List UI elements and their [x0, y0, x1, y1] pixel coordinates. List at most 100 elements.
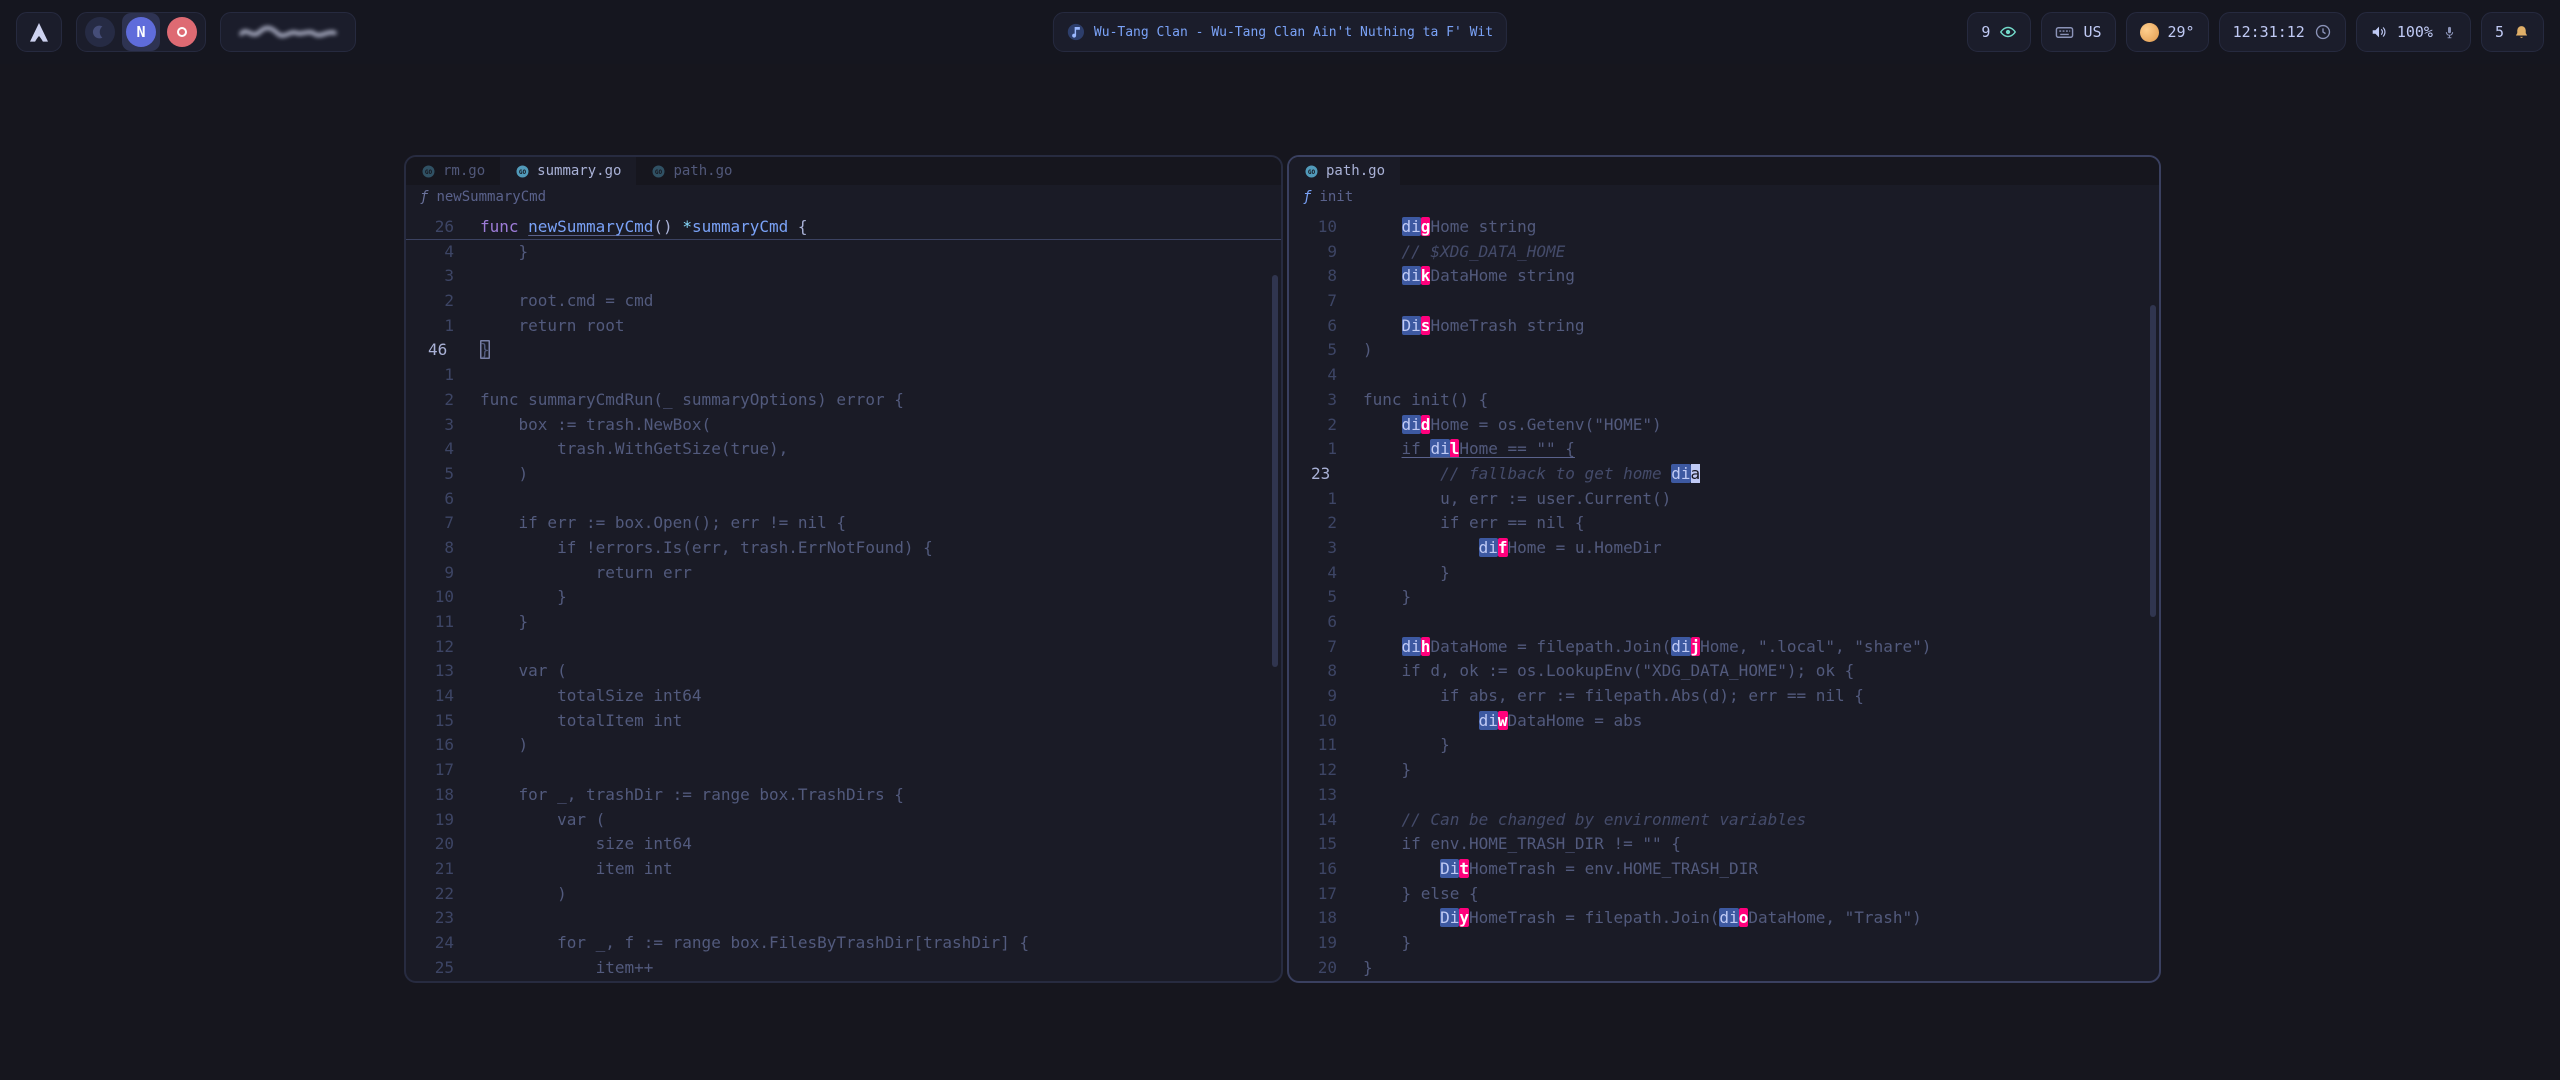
media-player[interactable]: Wu-Tang Clan - Wu-Tang Clan Ain't Nuthin… — [1053, 12, 1507, 52]
tab-bar: GO rm.go GO summary.go GO path.go — [406, 157, 1281, 185]
code-line[interactable]: 17 } else { — [1289, 882, 2159, 907]
code-line[interactable]: 12 } — [1289, 758, 2159, 783]
code-line[interactable]: 25 item++ — [406, 956, 1281, 981]
code-line[interactable]: 9 return err — [406, 561, 1281, 586]
line-number: 13 — [406, 659, 454, 684]
code-line[interactable]: 8 if d, ok := os.LookupEnv("XDG_DATA_HOM… — [1289, 659, 2159, 684]
code-line[interactable]: 1 if dilHome == "" { — [1289, 437, 2159, 462]
code-line[interactable]: 2 root.cmd = cmd — [406, 289, 1281, 314]
code-line[interactable]: 1 return root — [406, 314, 1281, 339]
code-line[interactable]: 11 } — [1289, 733, 2159, 758]
code-line[interactable]: 4 trash.WithGetSize(true), — [406, 437, 1281, 462]
code-line[interactable]: 23 // fallback to get home dia — [1289, 462, 2159, 487]
code-line[interactable]: 6 — [406, 487, 1281, 512]
code-line[interactable]: 3 — [406, 264, 1281, 289]
code-line[interactable]: 5 ) — [406, 462, 1281, 487]
code-line[interactable]: 4 — [1289, 363, 2159, 388]
code-line[interactable]: 21 item int — [406, 857, 1281, 882]
weather-module[interactable]: 29° — [2126, 12, 2209, 52]
line-number: 11 — [1289, 733, 1337, 758]
code-line[interactable]: 7 dihDataHome = filepath.Join(dijHome, "… — [1289, 635, 2159, 660]
tab-label: rm.go — [443, 163, 485, 179]
line-number: 19 — [1289, 931, 1337, 956]
line-number: 2 — [406, 289, 454, 314]
code-line[interactable]: 18 DiyHomeTrash = filepath.Join(dioDataH… — [1289, 906, 2159, 931]
tab-path.go[interactable]: GO path.go — [1289, 157, 1400, 185]
code-line[interactable]: 4 } — [1289, 561, 2159, 586]
code-line[interactable]: 10 } — [406, 585, 1281, 610]
counter-module[interactable]: 9 — [1967, 12, 2031, 52]
code-line[interactable]: 3func init() { — [1289, 388, 2159, 413]
code-line[interactable]: 5) — [1289, 338, 2159, 363]
line-number: 24 — [406, 931, 454, 956]
code-line[interactable]: 8 if !errors.Is(err, trash.ErrNotFound) … — [406, 536, 1281, 561]
keyboard-layout-module[interactable]: US — [2041, 12, 2115, 52]
code-line[interactable]: 1 — [406, 363, 1281, 388]
context-line[interactable]: 26func newSummaryCmd() *summaryCmd { — [406, 215, 1281, 240]
code-line[interactable]: 15 if env.HOME_TRASH_DIR != "" { — [1289, 832, 2159, 857]
code-line[interactable]: 2func summaryCmdRun(_ summaryOptions) er… — [406, 388, 1281, 413]
code-line[interactable]: 20} — [1289, 956, 2159, 981]
code-text: // Can be changed by environment variabl… — [1363, 808, 2159, 833]
notifications-module[interactable]: 5 — [2481, 12, 2544, 52]
code-line[interactable]: 2 didHome = os.Getenv("HOME") — [1289, 413, 2159, 438]
code-text: trash.WithGetSize(true), — [480, 437, 1281, 462]
workspace-2[interactable]: N — [122, 13, 160, 51]
code-line[interactable]: 7 if err := box.Open(); err != nil { — [406, 511, 1281, 536]
window-title[interactable] — [220, 12, 356, 52]
code-line[interactable]: 19 var ( — [406, 808, 1281, 833]
arch-logo-icon — [27, 20, 51, 44]
code-line[interactable]: 24 for _, f := range box.FilesByTrashDir… — [406, 931, 1281, 956]
code-area[interactable]: 10 digHome string9 // $XDG_DATA_HOME8 di… — [1289, 209, 2159, 980]
workspace-3[interactable] — [167, 17, 197, 47]
code-line[interactable]: 9 if abs, err := filepath.Abs(d); err ==… — [1289, 684, 2159, 709]
code-line[interactable]: 6 DisHomeTrash string — [1289, 314, 2159, 339]
code-line[interactable]: 7 — [1289, 289, 2159, 314]
code-line[interactable]: 13 — [1289, 783, 2159, 808]
code-line[interactable]: 18 for _, trashDir := range box.TrashDir… — [406, 783, 1281, 808]
tab-path.go[interactable]: GO path.go — [636, 157, 747, 185]
clock-icon — [2314, 23, 2332, 41]
code-line[interactable]: 8 dikDataHome string — [1289, 264, 2159, 289]
code-line[interactable]: 14 totalSize int64 — [406, 684, 1281, 709]
code-line[interactable]: 22 ) — [406, 882, 1281, 907]
code-line[interactable]: 10 digHome string — [1289, 215, 2159, 240]
clock-module[interactable]: 12:31:12 — [2219, 12, 2346, 52]
code-line[interactable]: 23 — [406, 906, 1281, 931]
workspace-1[interactable] — [85, 17, 115, 47]
tab-rm.go[interactable]: GO rm.go — [406, 157, 500, 185]
code-line[interactable]: 12 — [406, 635, 1281, 660]
code-line[interactable]: 16 ) — [406, 733, 1281, 758]
music-note-icon — [1067, 23, 1085, 41]
code-line[interactable]: 11 } — [406, 610, 1281, 635]
line-number: 1 — [406, 314, 454, 339]
code-line[interactable]: 2 if err == nil { — [1289, 511, 2159, 536]
code-line[interactable]: 4 } — [406, 240, 1281, 265]
code-text: return err — [480, 561, 1281, 586]
code-text: if err == nil { — [1363, 511, 2159, 536]
line-number: 6 — [1289, 610, 1337, 635]
code-text: size int64 — [480, 832, 1281, 857]
code-line[interactable]: 16 DitHomeTrash = env.HOME_TRASH_DIR — [1289, 857, 2159, 882]
code-line[interactable]: 3 difHome = u.HomeDir — [1289, 536, 2159, 561]
code-area[interactable]: 26func newSummaryCmd() *summaryCmd {4 }3… — [406, 209, 1281, 980]
scrollbar[interactable] — [2150, 305, 2156, 617]
code-line[interactable]: 3 box := trash.NewBox( — [406, 413, 1281, 438]
code-line[interactable]: 9 // $XDG_DATA_HOME — [1289, 240, 2159, 265]
code-line[interactable]: 15 totalItem int — [406, 709, 1281, 734]
scrollbar[interactable] — [1272, 275, 1278, 667]
code-line[interactable]: 46} — [406, 338, 1281, 363]
code-line[interactable]: 17 — [406, 758, 1281, 783]
code-line[interactable]: 6 — [1289, 610, 2159, 635]
code-line[interactable]: 14 // Can be changed by environment vari… — [1289, 808, 2159, 833]
svg-text:GO: GO — [1308, 169, 1316, 176]
code-line[interactable]: 5 } — [1289, 585, 2159, 610]
code-line[interactable]: 20 size int64 — [406, 832, 1281, 857]
code-line[interactable]: 19 } — [1289, 931, 2159, 956]
launcher-button[interactable] — [16, 12, 62, 52]
audio-module[interactable]: 100% — [2356, 12, 2471, 52]
code-line[interactable]: 1 u, err := user.Current() — [1289, 487, 2159, 512]
tab-summary.go[interactable]: GO summary.go — [500, 157, 636, 185]
code-line[interactable]: 13 var ( — [406, 659, 1281, 684]
code-line[interactable]: 10 diwDataHome = abs — [1289, 709, 2159, 734]
